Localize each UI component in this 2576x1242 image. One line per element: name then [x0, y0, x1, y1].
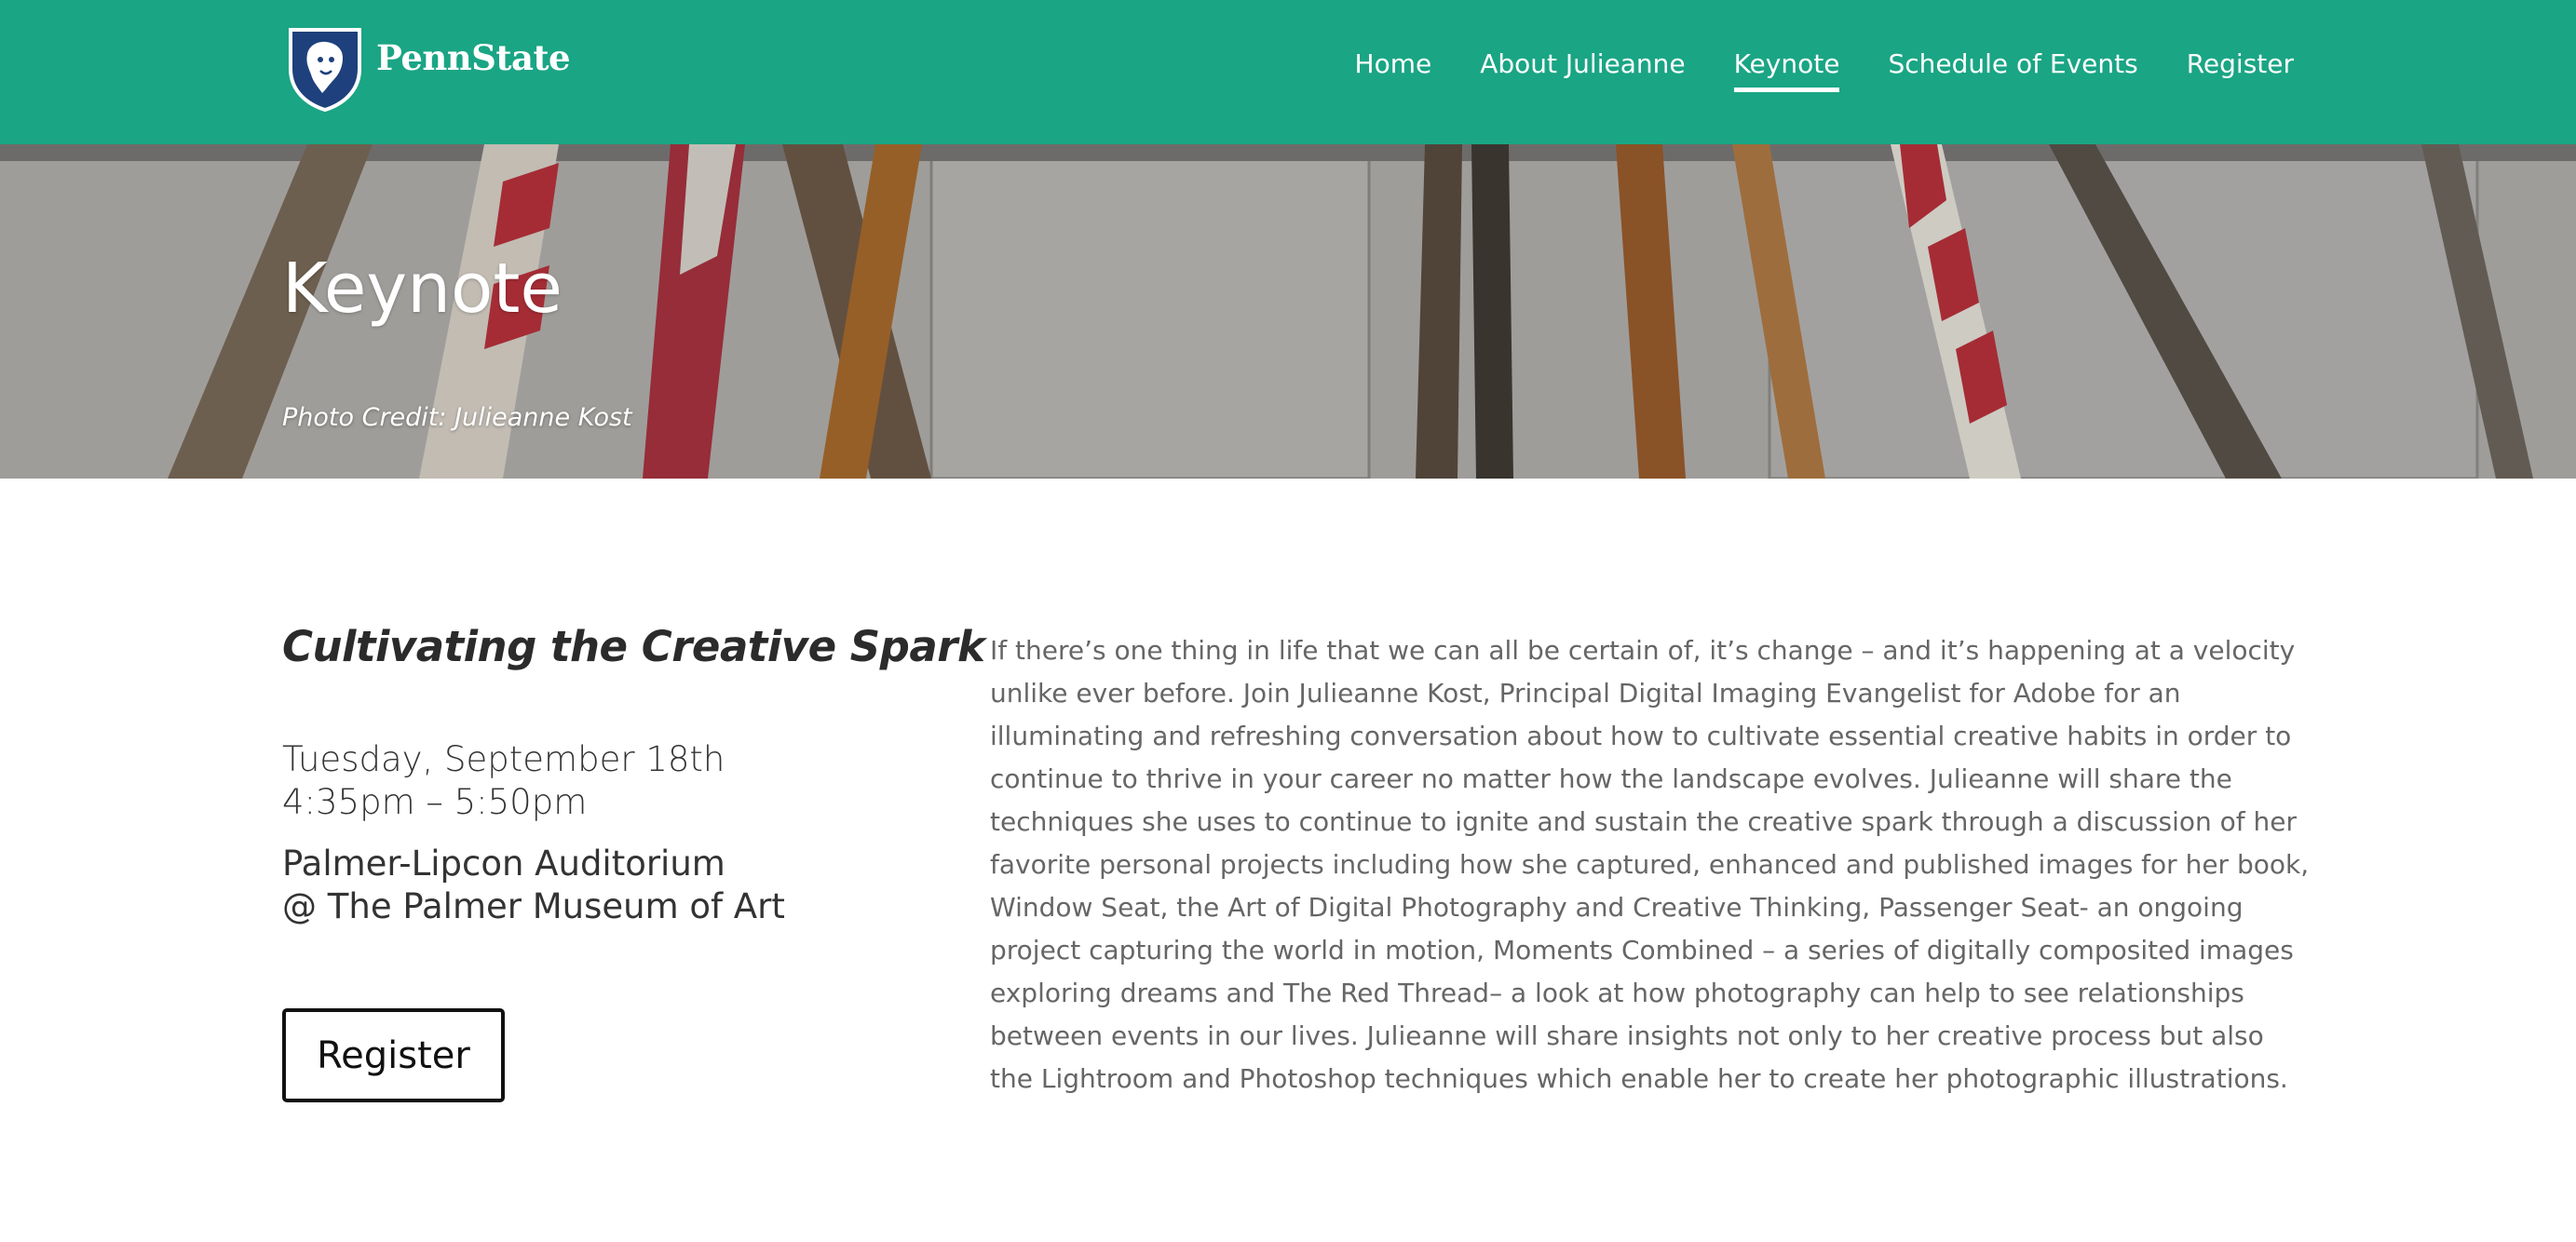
main-nav: Home About Julieanne Keynote Schedule of…	[1307, 48, 2294, 92]
nav-about-julieanne[interactable]: About Julieanne	[1480, 48, 1685, 92]
event-location: @ The Palmer Museum of Art	[282, 886, 785, 926]
brand-name: PennState	[376, 37, 571, 78]
hero-banner: Keynote Photo Credit: Julieanne Kost	[0, 144, 2576, 479]
event-date: Tuesday, September 18th	[282, 739, 725, 779]
photo-credit: Photo Credit: Julieanne Kost	[282, 403, 632, 432]
event-venue: Palmer-Lipcon Auditorium	[282, 844, 725, 884]
event-when: Tuesday, September 18th 4:35pm – 5:50pm	[282, 738, 934, 824]
page-title: Keynote	[282, 249, 563, 329]
event-where: Palmer-Lipcon Auditorium @ The Palmer Mu…	[282, 843, 934, 928]
site-header: PennState Home About Julieanne Keynote S…	[0, 0, 2576, 144]
nittany-lion-shield-icon	[289, 28, 361, 112]
pennstate-logo[interactable]: PennState	[287, 26, 571, 112]
event-details: Cultivating the Creative Spark Tuesday, …	[282, 622, 985, 928]
register-button[interactable]: Register	[282, 1008, 505, 1102]
nav-home[interactable]: Home	[1355, 48, 1432, 92]
nav-register[interactable]: Register	[2187, 48, 2294, 92]
keynote-description: If there’s one thing in life that we can…	[990, 635, 2310, 1094]
talk-title: Cultivating the Creative Spark	[282, 622, 985, 671]
event-time: 4:35pm – 5:50pm	[282, 782, 588, 822]
nav-keynote[interactable]: Keynote	[1733, 48, 1839, 92]
nav-schedule-of-events[interactable]: Schedule of Events	[1888, 48, 2137, 92]
